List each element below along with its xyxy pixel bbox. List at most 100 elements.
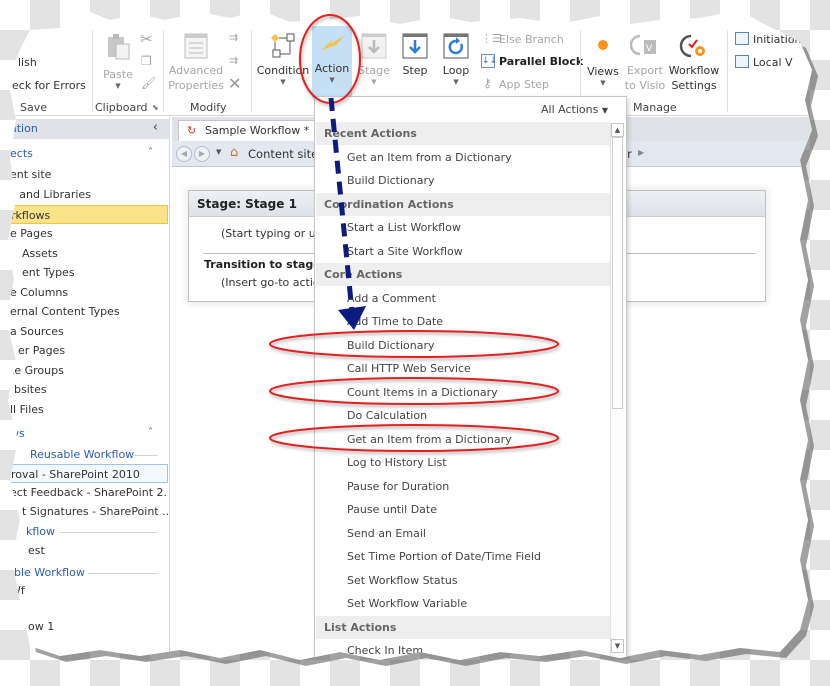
workflow-icon: ↻ (187, 124, 197, 137)
dropdown-action-item[interactable]: Call HTTP Web Service (347, 357, 471, 380)
all-actions-filter[interactable]: All Actions ▼ (541, 103, 608, 116)
reusable-workflow-item[interactable]: ect Feedback - SharePoint 2... (6, 483, 168, 502)
move-down-icon[interactable]: ⇉ (229, 54, 238, 67)
dropdown-action-item[interactable]: Log to History List (347, 451, 447, 474)
reusable-workflow-item[interactable]: t Signatures - SharePoint ... (6, 502, 168, 521)
action-dropdown-menu: All Actions ▼ Recent Actions Get an Item … (314, 96, 627, 660)
export-to-visio-button[interactable]: V Export to Visio (624, 32, 666, 93)
sidebar-item[interactable]: e Pages (6, 224, 168, 243)
dropdown-action-item[interactable]: Start a Site Workflow (347, 240, 463, 263)
views-button[interactable]: Views ▼ (586, 32, 620, 87)
modify-group-label: Modify (190, 101, 227, 114)
stage-insert-placeholder[interactable]: (Start typing or us (221, 227, 321, 240)
history-dropdown-icon[interactable]: ▼ (216, 148, 221, 156)
sidebar-item[interactable]: ent site (6, 165, 168, 184)
format-painter-icon[interactable]: 🖌 (141, 76, 156, 90)
dropdown-action-item[interactable]: Pause for Duration (347, 475, 449, 498)
copy-icon[interactable]: ❐ (141, 54, 152, 68)
step-button[interactable]: Step (398, 32, 432, 78)
forward-button[interactable]: ▶ (194, 146, 210, 162)
step-icon (402, 33, 428, 59)
navigation-pane: ation ‹ ects ˄ ent site s and Libraries … (6, 117, 170, 660)
site-workflow-header: ble Workflow (14, 566, 85, 579)
sidebar-item[interactable]: s and Libraries (6, 185, 168, 204)
transition-insert-placeholder[interactable]: (Insert go-to actio (221, 276, 320, 289)
dropdown-category: Core Actions (316, 263, 610, 286)
transition-title: Transition to stage (204, 258, 321, 271)
else-branch-button[interactable]: Else Branch (499, 33, 564, 46)
initiation-form-button[interactable]: Initiation (753, 33, 801, 46)
parallel-block-button[interactable]: Parallel Block (499, 55, 583, 68)
sidebar-item[interactable]: ernal Content Types (6, 302, 168, 321)
list-workflow-item[interactable]: est (6, 541, 168, 560)
advanced-properties-button[interactable]: Advanced Properties (168, 32, 224, 93)
paste-button[interactable]: Paste ▼ (100, 32, 136, 90)
svg-text:V: V (646, 44, 653, 54)
sidebar-item[interactable]: er Pages (6, 341, 168, 360)
site-objects-header: ects (10, 147, 33, 160)
group-divider (163, 30, 164, 112)
chevron-up-icon[interactable]: ˄ (148, 147, 153, 158)
key-icon: ⚷ (483, 76, 492, 90)
stage-button[interactable]: Stage ▼ (357, 32, 391, 86)
dropdown-action-item[interactable]: Add Time to Date (347, 310, 443, 333)
chevron-up-icon[interactable]: ˄ (148, 427, 153, 438)
dropdown-action-item[interactable]: Count Items in a Dictionary (347, 381, 498, 404)
stage-icon (361, 33, 387, 59)
dropdown-action-item[interactable]: Build Dictionary (347, 169, 435, 192)
paste-icon (108, 34, 130, 60)
dropdown-action-item[interactable]: Add a Comment (347, 287, 436, 310)
sidebar-item[interactable]: Assets (6, 244, 168, 263)
scroll-up-button[interactable]: ▲ (611, 123, 624, 137)
condition-icon (271, 33, 295, 58)
dropdown-action-item[interactable]: Pause until Date (347, 498, 437, 521)
breadcrumb-arrow-icon: ▶ (638, 148, 645, 157)
condition-button[interactable]: Condition ▼ (256, 32, 310, 86)
dropdown-action-item[interactable]: Start a List Workflow (347, 216, 461, 239)
sidebar-item[interactable]: a Sources (6, 322, 168, 341)
site-workflow-item[interactable]: ow 1 (6, 617, 168, 636)
site-workflow-item[interactable]: Wf (6, 581, 168, 600)
app-step-button[interactable]: App Step (499, 78, 549, 91)
sidebar-item[interactable]: bsites (6, 380, 168, 399)
collapse-pane-icon[interactable]: ‹ (153, 120, 158, 135)
sidebar-item[interactable]: te Groups (6, 361, 168, 380)
list-workflow-header: kflow (26, 525, 56, 538)
scroll-thumb[interactable] (612, 137, 623, 409)
sidebar-item-workflows[interactable]: rkflows (6, 205, 168, 224)
loop-button[interactable]: Loop ▼ (438, 32, 474, 86)
sidebar-item[interactable]: ll Files (6, 400, 168, 419)
cut-icon[interactable]: ✂ (140, 30, 153, 48)
action-button[interactable]: Action ▼ (312, 26, 352, 98)
local-variables-button[interactable]: Local V (753, 56, 793, 69)
dropdown-action-item[interactable]: Set Workflow Status (347, 569, 458, 592)
dropdown-category: List Actions (316, 615, 610, 639)
sidebar-item[interactable]: ent Types (6, 263, 168, 282)
dropdown-action-item[interactable]: Get an Item from a Dictionary (347, 428, 512, 451)
check-errors-button[interactable]: eck for Errors (12, 79, 86, 92)
move-up-icon[interactable]: ⇉ (229, 31, 238, 44)
local-variables-icon (735, 55, 749, 68)
scroll-down-button[interactable]: ▼ (611, 639, 624, 653)
visio-icon: V (629, 34, 656, 56)
parallel-block-icon: ↓↓ (481, 54, 498, 68)
dropdown-scrollbar[interactable]: ▲ ▼ (610, 123, 624, 660)
tab-sample-workflow[interactable]: ↻ Sample Workflow * (178, 120, 318, 141)
dropdown-action-item[interactable]: Do Calculation (347, 404, 427, 427)
dropdown-action-item[interactable]: Build Dictionary (347, 334, 435, 357)
breadcrumb-site[interactable]: Content site (248, 147, 318, 161)
workflow-settings-button[interactable]: Workflow Settings (668, 32, 720, 93)
dialog-launcher-icon[interactable]: ⬊ (152, 103, 159, 112)
group-divider (251, 30, 252, 112)
dropdown-action-item[interactable]: Set Time Portion of Date/Time Field (347, 545, 541, 568)
dropdown-action-item[interactable]: Send an Email (347, 522, 426, 545)
dropdown-action-item[interactable]: Set Workflow Variable (347, 592, 467, 615)
navigation-header: ation ‹ (6, 119, 170, 139)
dropdown-action-item[interactable]: Get an Item from a Dictionary (347, 146, 512, 169)
back-button[interactable]: ◀ (176, 146, 192, 162)
delete-icon[interactable]: ✕ (228, 74, 241, 93)
publish-button[interactable]: lish (18, 56, 37, 69)
dropdown-category: Recent Actions (316, 122, 610, 145)
reusable-workflow-item[interactable]: roval - SharePoint 2010 (6, 464, 168, 483)
sidebar-item[interactable]: e Columns (6, 283, 168, 302)
